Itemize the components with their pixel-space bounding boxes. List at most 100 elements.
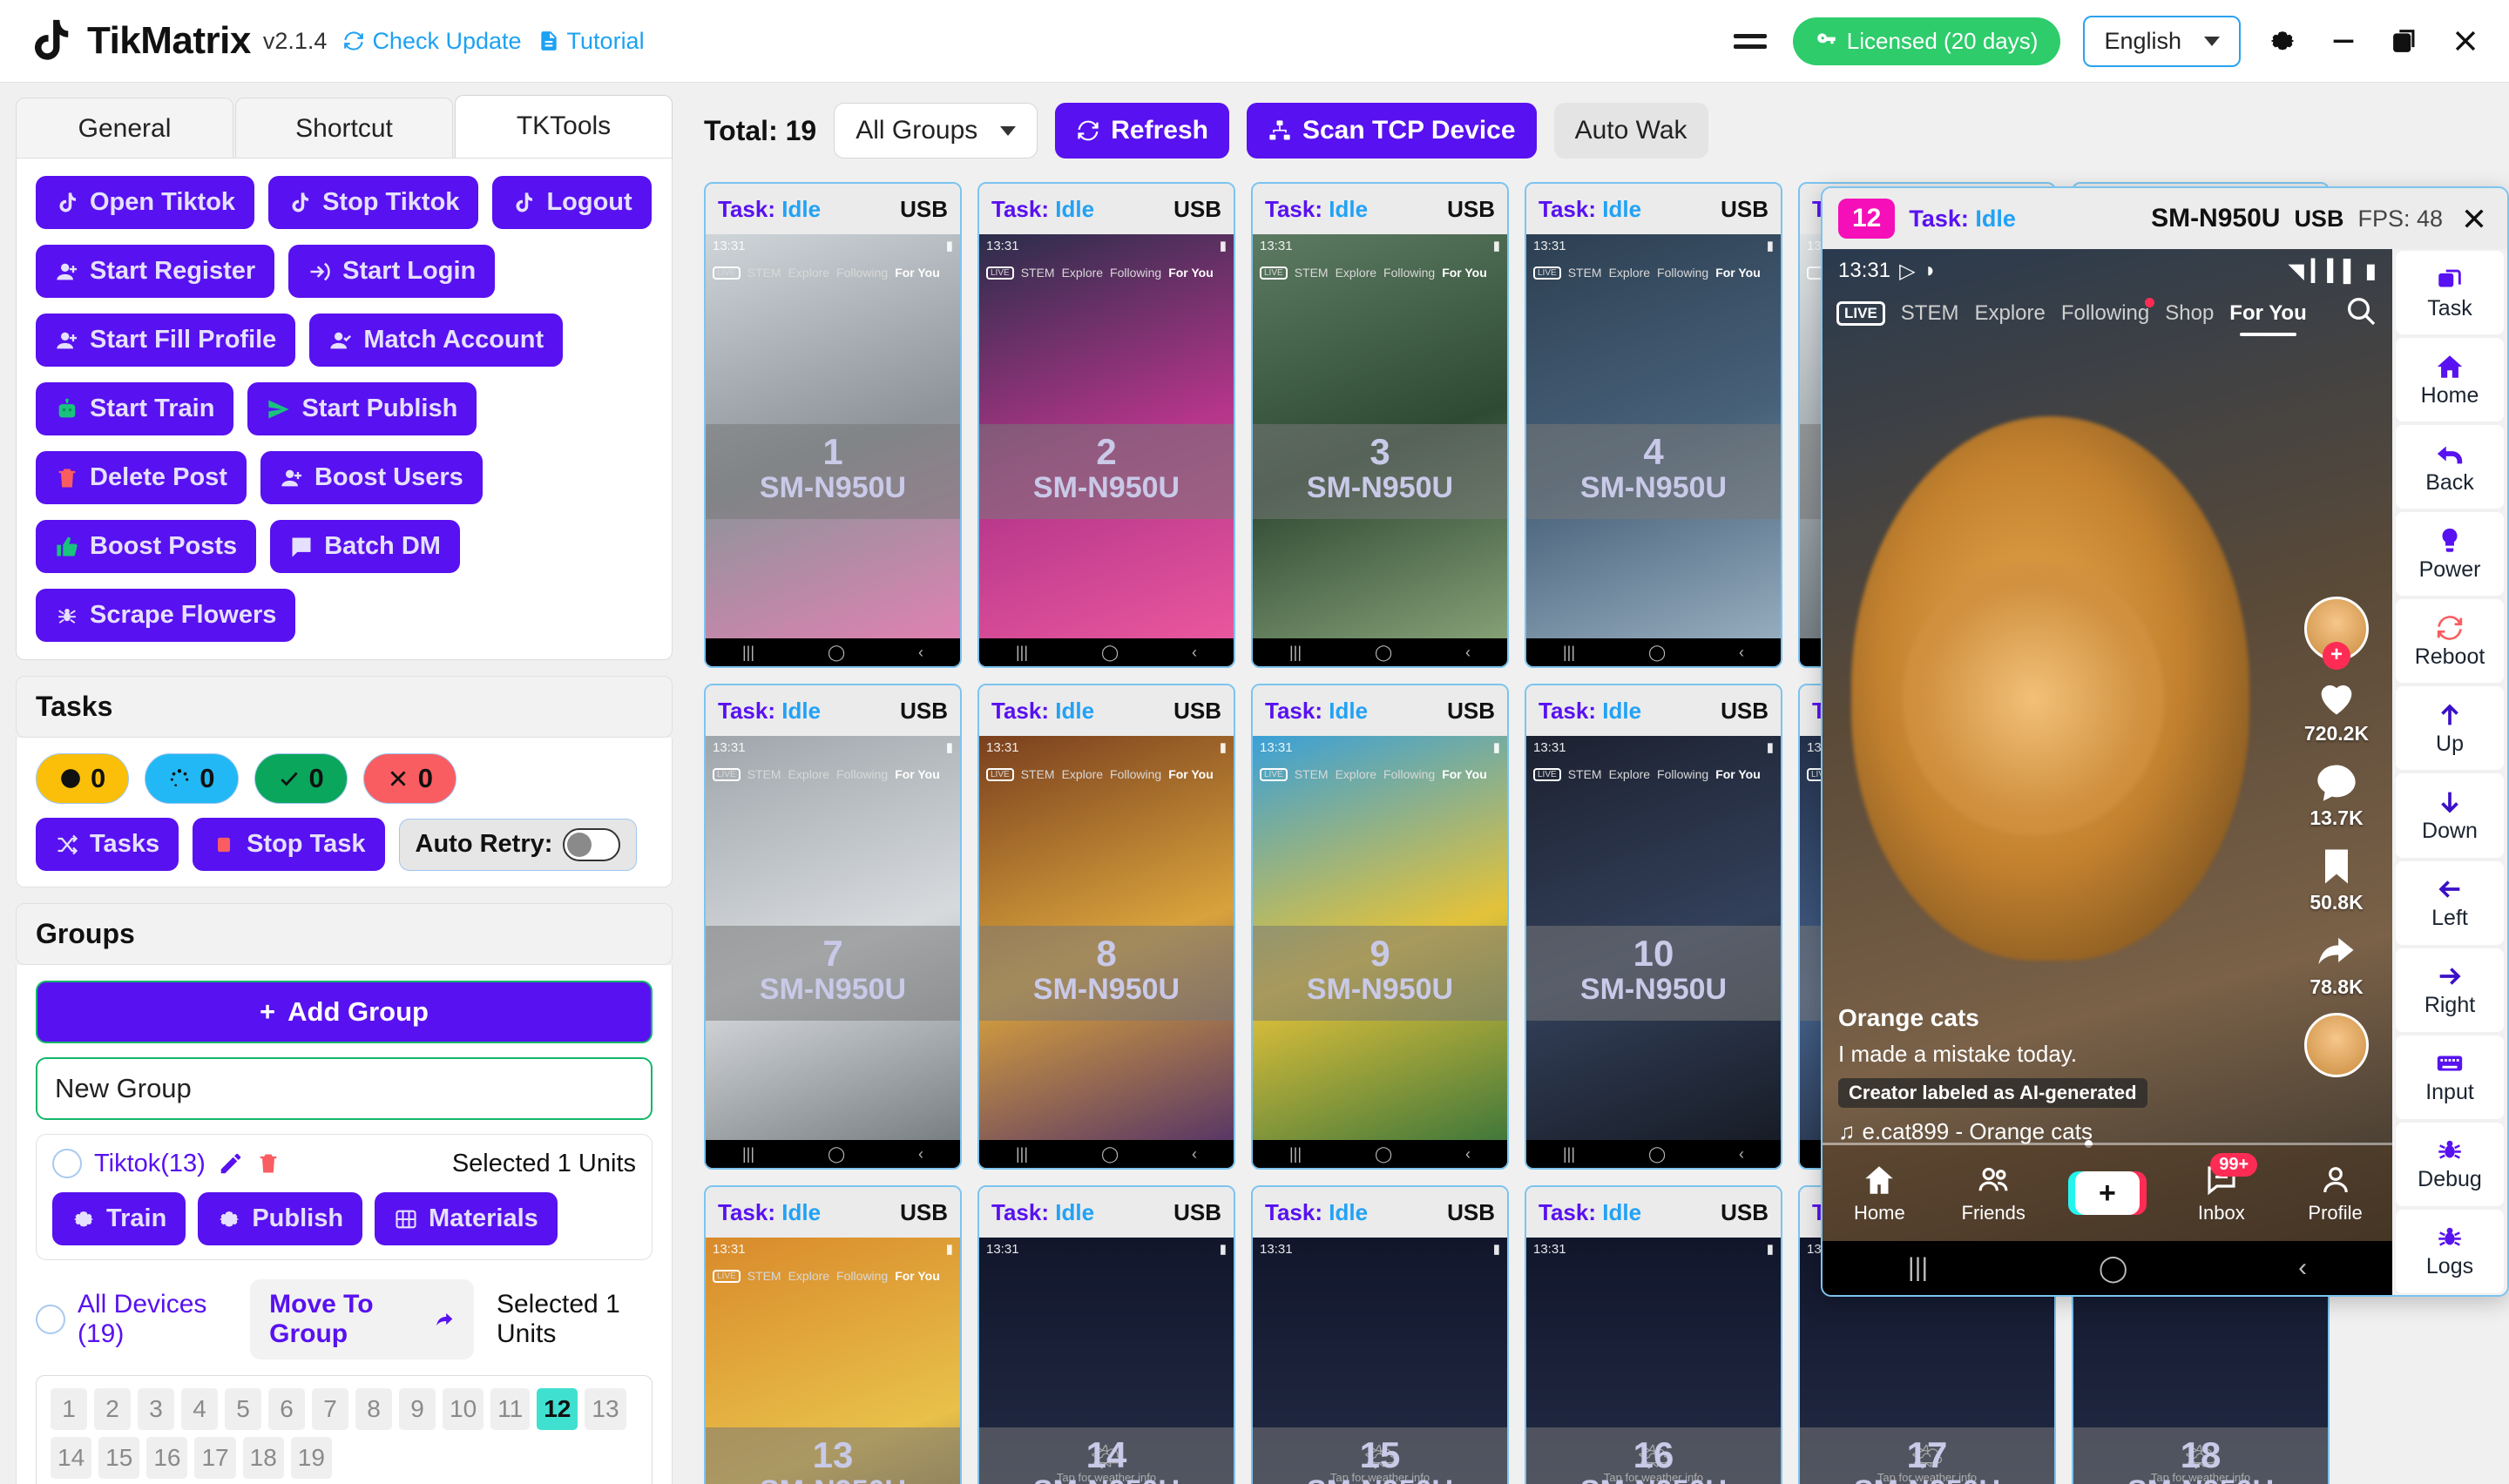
rail-button-back[interactable]: Back (2396, 425, 2504, 509)
phone-tab-profile[interactable]: Profile (2278, 1162, 2392, 1224)
group-button-materials[interactable]: Materials (375, 1192, 558, 1245)
device-screen[interactable]: 13:31 ▮ LIVESTEMExploreFollowingFor You … (979, 736, 1234, 1168)
live-badge[interactable]: LIVE (1836, 301, 1885, 326)
device-screen[interactable]: 13:31 ▮ LIVESTEMExploreFollowingFor You … (706, 1238, 960, 1484)
device-number-13[interactable]: 13 (585, 1388, 626, 1430)
mirror-close-button[interactable] (2457, 201, 2492, 236)
device-card[interactable]: Task: Idle USB 13:31 ▮ LIVE STEM Explore Fo… (1525, 684, 1782, 1170)
rail-button-right[interactable]: Right (2396, 948, 2504, 1032)
creator-avatar[interactable]: + (2304, 597, 2369, 670)
recents-icon[interactable]: ||| (1908, 1253, 1928, 1283)
refresh-button[interactable]: Refresh (1055, 103, 1229, 159)
device-screen[interactable]: 13:31 ▮ LIVESTEMExploreFollowingFor You … (1253, 736, 1507, 1168)
device-number-10[interactable]: 10 (443, 1388, 484, 1430)
auto-wake-button[interactable]: Auto Wak (1553, 103, 1708, 159)
tab-shortcut[interactable]: Shortcut (235, 98, 453, 158)
device-card[interactable]: Task: Idle USB 13:31 ▮ LIVE STEM Explore Fo… (1251, 182, 1509, 668)
counter-pending[interactable]: 0 (36, 753, 130, 804)
phone-tab-friends[interactable]: Friends (1937, 1162, 2051, 1224)
rail-button-power[interactable]: Power (2396, 512, 2504, 597)
nav-stem[interactable]: STEM (1901, 301, 1959, 326)
rail-button-input[interactable]: Input (2396, 1035, 2504, 1119)
edit-icon[interactable] (218, 1150, 244, 1177)
device-number-14[interactable]: 14 (51, 1437, 92, 1479)
counter-success[interactable]: 0 (254, 753, 348, 804)
tool-button-start-fill-profile[interactable]: Start Fill Profile (36, 314, 296, 367)
tool-button-delete-post[interactable]: Delete Post (36, 451, 247, 504)
share-stat[interactable]: 78.8K (2309, 928, 2364, 999)
device-screen[interactable]: 13:31 ▮ 🌤 Tap for weather info 14 SM-N95… (979, 1238, 1234, 1484)
device-screen[interactable]: 13:31 ▮ 🌤 Tap for weather info 16 SM-N95… (1526, 1238, 1781, 1484)
rail-button-debug[interactable]: Debug (2396, 1122, 2504, 1206)
device-number-12[interactable]: 12 (537, 1388, 578, 1430)
tool-button-batch-dm[interactable]: Batch DM (270, 520, 460, 573)
tool-button-start-train[interactable]: Start Train (36, 382, 234, 435)
device-card[interactable]: Task: Idle USB 13:31 ▮ LIVE STEM Explore Fo… (977, 182, 1235, 668)
device-number-17[interactable]: 17 (194, 1437, 236, 1479)
tool-button-logout[interactable]: Logout (492, 176, 652, 229)
tool-button-match-account[interactable]: Match Account (309, 314, 564, 367)
close-button[interactable] (2446, 22, 2485, 60)
device-card[interactable]: Task: Idle USB 13:31 ▮ LIVE STEM Explore Fo… (1525, 182, 1782, 668)
device-number-16[interactable]: 16 (146, 1437, 188, 1479)
group-button-publish[interactable]: Publish (198, 1192, 363, 1245)
rail-button-task[interactable]: Task (2396, 251, 2504, 335)
device-screen[interactable]: 13:31 ▮ LIVESTEMExploreFollowingFor You … (979, 234, 1234, 666)
group-filter-select[interactable]: All Groups (834, 103, 1038, 159)
device-number-15[interactable]: 15 (98, 1437, 140, 1479)
language-select[interactable]: English (2083, 15, 2241, 67)
group-name[interactable]: Tiktok(13) (94, 1150, 206, 1178)
device-card[interactable]: Task: Idle USB 13:31 ▮ LIVE STEM Explore Fo… (704, 182, 962, 668)
tool-button-start-login[interactable]: Start Login (288, 245, 496, 298)
maximize-button[interactable] (2385, 22, 2424, 60)
group-button-train[interactable]: Train (52, 1192, 186, 1245)
all-devices-label[interactable]: All Devices (19) (78, 1290, 227, 1349)
device-screen[interactable]: 13:31 ▮ LIVESTEMExploreFollowingFor You … (706, 234, 960, 666)
trash-icon[interactable] (256, 1151, 281, 1176)
device-number-7[interactable]: 7 (312, 1388, 348, 1430)
device-card[interactable]: Task: Idle USB 13:31 ▮ LIVE STEM Explore Fo… (704, 684, 962, 1170)
device-number-19[interactable]: 19 (290, 1437, 332, 1479)
device-card[interactable]: Task: Idle USB 13:31 ▮ LIVE STEM Explore Fo… (977, 684, 1235, 1170)
rail-button-home[interactable]: Home (2396, 338, 2504, 422)
device-number-9[interactable]: 9 (399, 1388, 436, 1430)
tab-general[interactable]: General (16, 98, 233, 158)
counter-failed[interactable]: 0 (362, 753, 456, 804)
device-number-11[interactable]: 11 (490, 1388, 531, 1430)
group-checkbox[interactable] (52, 1149, 82, 1178)
tool-button-boost-posts[interactable]: Boost Posts (36, 520, 257, 573)
save-stat[interactable]: 50.8K (2309, 844, 2364, 914)
mirror-screen[interactable]: 13:31 ▷ ◗ ◥ ▎▍▌ ▮ LIVE STEM Explore Foll… (1823, 249, 2392, 1295)
device-screen[interactable]: 13:31 ▮ LIVESTEMExploreFollowingFor You … (1526, 736, 1781, 1168)
menu-icon[interactable] (1730, 30, 1770, 52)
counter-running[interactable]: 0 (145, 753, 239, 804)
phone-create-button[interactable]: + (2051, 1171, 2165, 1215)
comment-stat[interactable]: 13.7K (2309, 759, 2364, 830)
like-stat[interactable]: 720.2K (2304, 675, 2369, 745)
scan-tcp-device-button[interactable]: Scan TCP Device (1246, 103, 1537, 159)
rail-button-down[interactable]: Down (2396, 773, 2504, 858)
device-number-8[interactable]: 8 (355, 1388, 392, 1430)
device-screen[interactable]: 13:31 ▮ LIVESTEMExploreFollowingFor You … (1526, 234, 1781, 666)
search-icon[interactable] (2343, 293, 2378, 334)
nav-shop[interactable]: Shop (2165, 301, 2214, 326)
device-number-18[interactable]: 18 (242, 1437, 284, 1479)
phone-tab-home[interactable]: Home (1823, 1162, 1937, 1224)
all-devices-checkbox[interactable] (36, 1305, 65, 1334)
rail-button-left[interactable]: Left (2396, 860, 2504, 945)
tool-button-open-tiktok[interactable]: Open Tiktok (36, 176, 255, 229)
new-group-input[interactable] (36, 1057, 653, 1120)
tutorial-link[interactable]: Tutorial (538, 28, 645, 55)
device-card[interactable]: Task: Idle USB 13:31 ▮ LIVE STEM Explore Fo… (1251, 684, 1509, 1170)
phone-tab-inbox[interactable]: 99+ Inbox (2164, 1153, 2278, 1224)
stop-task-button[interactable]: Stop Task (193, 818, 385, 871)
android-back-icon[interactable]: ‹ (2298, 1253, 2307, 1283)
nav-for-you[interactable]: For You (2229, 301, 2307, 336)
follow-plus-icon[interactable]: + (2323, 642, 2350, 670)
tool-button-start-register[interactable]: Start Register (36, 245, 275, 298)
device-number-4[interactable]: 4 (181, 1388, 218, 1430)
tab-tktools[interactable]: TKTools (455, 95, 673, 158)
device-number-1[interactable]: 1 (51, 1388, 87, 1430)
move-to-group-button[interactable]: Move To Group (250, 1279, 474, 1359)
device-number-3[interactable]: 3 (138, 1388, 174, 1430)
